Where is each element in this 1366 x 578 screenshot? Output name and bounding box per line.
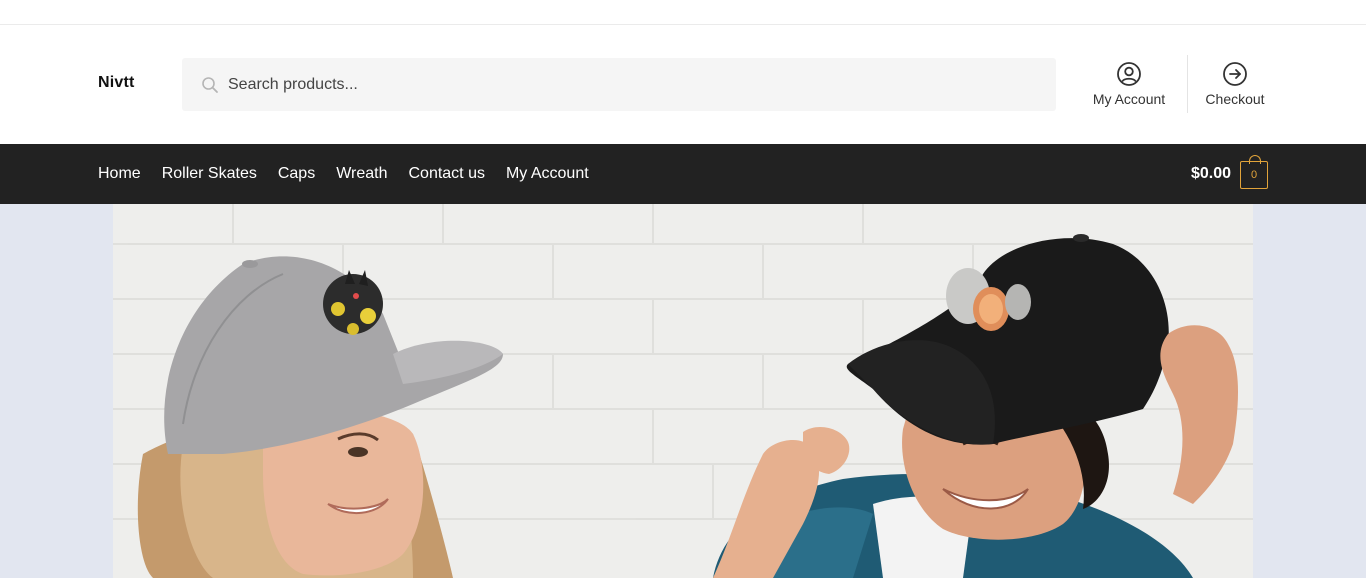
site-title[interactable]: Nivtt [98,74,135,92]
cart-link[interactable]: $0.00 0 [1191,144,1268,204]
nav-item-home[interactable]: Home [98,165,141,183]
primary-navigation: Home Roller Skates Caps Wreath Contact u… [0,144,1366,204]
cart-total: $0.00 [1190,165,1231,182]
nav-item-contact-us[interactable]: Contact us [408,165,484,183]
arrow-right-circle-icon [1223,62,1247,86]
nav-item-my-account[interactable]: My Account [506,165,589,183]
hero-banner-image[interactable] [113,204,1253,578]
header-divider [1187,55,1188,113]
nav-menu: Home Roller Skates Caps Wreath Contact u… [98,144,610,204]
checkout-label: Checkout [1205,91,1265,107]
search-bar [182,58,1056,111]
search-icon [200,75,220,95]
nav-item-wreath[interactable]: Wreath [336,165,387,183]
shopping-bag-icon: 0 [1240,155,1268,189]
hero-section [0,204,1366,578]
nav-item-roller-skates[interactable]: Roller Skates [162,165,257,183]
checkout-link[interactable]: Checkout [1198,61,1272,107]
search-input[interactable] [220,58,1056,111]
user-icon [1117,62,1141,86]
top-bar [0,0,1366,25]
my-account-label: My Account [1092,91,1166,107]
site-header: Nivtt My Account Checkout [0,25,1366,144]
banner-image-icon [113,204,1253,578]
my-account-link[interactable]: My Account [1086,61,1172,107]
nav-item-caps[interactable]: Caps [278,165,315,183]
cart-count: 0 [1250,169,1258,181]
